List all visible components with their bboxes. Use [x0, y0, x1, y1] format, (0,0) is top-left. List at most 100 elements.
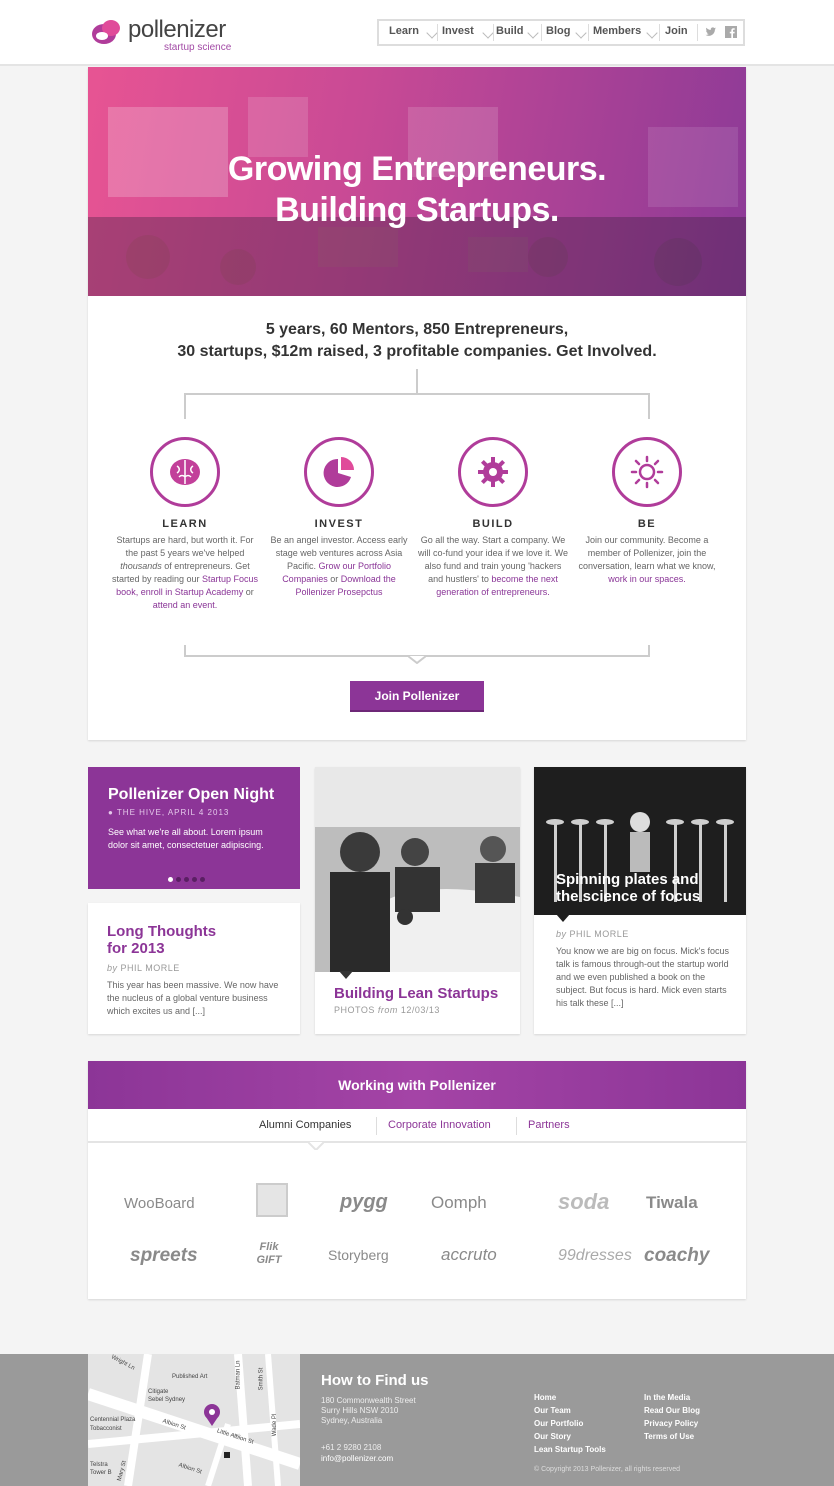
footer-link-privacy[interactable]: Privacy Policy [644, 1419, 698, 1428]
invest-circle[interactable] [304, 437, 374, 507]
stats-line-2: 30 startups, $12m raised, 3 profitable c… [177, 343, 657, 360]
company-logo[interactable] [256, 1183, 288, 1217]
company-logo[interactable]: coachy [644, 1245, 709, 1267]
bracket-line [416, 369, 418, 394]
map-label: Telstra [90, 1462, 108, 1468]
facebook-icon[interactable] [725, 26, 737, 38]
hero-title: Growing Entrepreneurs. Building Startups… [88, 149, 746, 231]
stats-line-1: 5 years, 60 Mentors, 850 Entrepreneurs, [265, 321, 569, 338]
footer-link-media[interactable]: In the Media [644, 1393, 690, 1402]
carousel-dot[interactable] [192, 877, 197, 882]
carousel-dot[interactable] [184, 877, 189, 882]
photos-title: Building Lean Startups [334, 985, 499, 1002]
footer-link-terms[interactable]: Terms of Use [644, 1432, 694, 1441]
chevron-down-icon[interactable] [527, 27, 539, 39]
address-line: Surry Hills NSW 2010 [321, 1406, 399, 1415]
company-logo[interactable]: 99dresses [558, 1247, 632, 1265]
bracket-line [184, 393, 650, 395]
bracket-line [648, 393, 650, 419]
map-label: Published Art [172, 1374, 208, 1380]
caption-pointer [339, 971, 353, 979]
nav-join[interactable]: Join [665, 25, 688, 37]
brand-tagline: startup science [164, 42, 232, 53]
bracket-arrow [408, 655, 426, 664]
photos-card[interactable]: Building Lean Startups PHOTOS from 12/03… [315, 767, 520, 1034]
company-logo[interactable]: pygg [340, 1191, 388, 1214]
footer-link-team[interactable]: Our Team [534, 1406, 571, 1415]
company-logo[interactable]: WooBoard [124, 1195, 195, 1212]
map-label: Citigate [148, 1389, 169, 1395]
build-circle[interactable] [458, 437, 528, 507]
nav-blog[interactable]: Blog [546, 25, 570, 37]
spaces-link[interactable]: work in our spaces. [608, 574, 686, 584]
pie-chart-icon [323, 457, 354, 487]
carousel-dot[interactable] [176, 877, 181, 882]
tab-alumni-companies[interactable]: Alumni Companies [259, 1119, 351, 1131]
event-card[interactable]: Pollenizer Open Night ● THE HIVE, APRIL … [88, 767, 300, 889]
company-logo[interactable]: accruto [441, 1245, 497, 1265]
tab-partners[interactable]: Partners [528, 1119, 570, 1131]
nav-learn[interactable]: Learn [389, 25, 419, 37]
carousel-dot[interactable] [200, 877, 205, 882]
byline-author: PHIL MORLE [120, 963, 180, 973]
company-logo[interactable]: Storyberg [328, 1247, 389, 1263]
tab-corporate-innovation[interactable]: Corporate Innovation [388, 1119, 491, 1131]
footer-link-home[interactable]: Home [534, 1393, 556, 1402]
email-link[interactable]: info@pollenizer.com [321, 1454, 393, 1464]
map-label: Tower B [90, 1470, 112, 1476]
map-label: Sebel Sydney [148, 1397, 186, 1403]
location-map[interactable]: Wright Ln Published Art Citigate Sebel S… [88, 1354, 300, 1486]
company-logo[interactable]: Tiwala [646, 1193, 698, 1213]
nav-members[interactable]: Members [593, 25, 641, 37]
company-logo[interactable]: spreets [130, 1245, 198, 1267]
footer-link-story[interactable]: Our Story [534, 1432, 571, 1441]
bracket-line [184, 393, 186, 419]
footer-link-portfolio[interactable]: Our Portfolio [534, 1419, 583, 1428]
invest-text: Be an angel investor. Access early stage… [264, 534, 414, 599]
logo[interactable]: pollenizer startup science [88, 14, 248, 54]
main-nav: Learn Invest Build Blog Members Join [377, 19, 745, 46]
chevron-down-icon[interactable] [482, 27, 494, 39]
phone-number[interactable]: +61 2 9280 2108 [321, 1443, 381, 1453]
event-title: Pollenizer Open Night [108, 786, 275, 803]
blog-title-2: for 2013 [107, 940, 165, 957]
caption-pointer [556, 914, 570, 922]
chevron-down-icon[interactable] [426, 27, 438, 39]
be-title: BE [637, 518, 657, 530]
learn-text: Startups are hard, but worth it. For the… [110, 534, 260, 612]
chevron-down-icon[interactable] [646, 27, 658, 39]
focus-excerpt: You know we are big on focus. Mick's foc… [556, 946, 729, 1008]
nav-invest[interactable]: Invest [442, 25, 474, 37]
map-label: Smith St [258, 1367, 265, 1391]
nav-divider [493, 24, 494, 41]
byline-by: by [556, 929, 567, 939]
footer-link-tools[interactable]: Lean Startup Tools [534, 1445, 606, 1454]
stats-headline: 5 years, 60 Mentors, 850 Entrepreneurs, … [88, 319, 746, 363]
chevron-down-icon[interactable] [575, 27, 587, 39]
twitter-icon[interactable] [705, 26, 717, 38]
site-footer: Wright Ln Published Art Citigate Sebel S… [0, 1354, 834, 1486]
carousel-dot[interactable] [168, 877, 173, 882]
be-circle[interactable] [612, 437, 682, 507]
location-pin-icon: ● [108, 808, 114, 817]
nav-build[interactable]: Build [496, 25, 524, 37]
blog-title-1: Long Thoughts [107, 923, 217, 940]
map-label: Centennial Plaza [90, 1417, 136, 1423]
company-logo[interactable]: Oomph [431, 1193, 487, 1213]
be-text: Join our community. Become a member of P… [572, 534, 722, 586]
blog-title: Long Thoughts for 2013 [107, 923, 216, 957]
company-logo[interactable]: Flik GIFT [250, 1241, 288, 1267]
copyright: © Copyright 2013 Pollenizer, all rights … [534, 1466, 681, 1473]
learn-text-em: thousands [120, 561, 162, 571]
company-logo[interactable]: soda [558, 1189, 609, 1215]
focus-card[interactable]: Spinning plates and the science of focus… [534, 767, 746, 1034]
join-pollenizer-button[interactable]: Join Pollenizer [350, 681, 484, 712]
intro-card: Growing Entrepreneurs. Building Startups… [88, 67, 746, 740]
attend-event-link[interactable]: attend an event. [153, 600, 218, 610]
blog-card[interactable]: Long Thoughts for 2013 by PHIL MORLE Thi… [88, 903, 300, 1034]
startup-academy-link[interactable]: enroll in Startup Academy [141, 587, 244, 597]
learn-circle[interactable] [150, 437, 220, 507]
photos-meta: PHOTOS from 12/03/13 [334, 1005, 440, 1015]
footer-link-blog[interactable]: Read Our Blog [644, 1406, 700, 1415]
map-label: Tobacconist [90, 1426, 122, 1432]
